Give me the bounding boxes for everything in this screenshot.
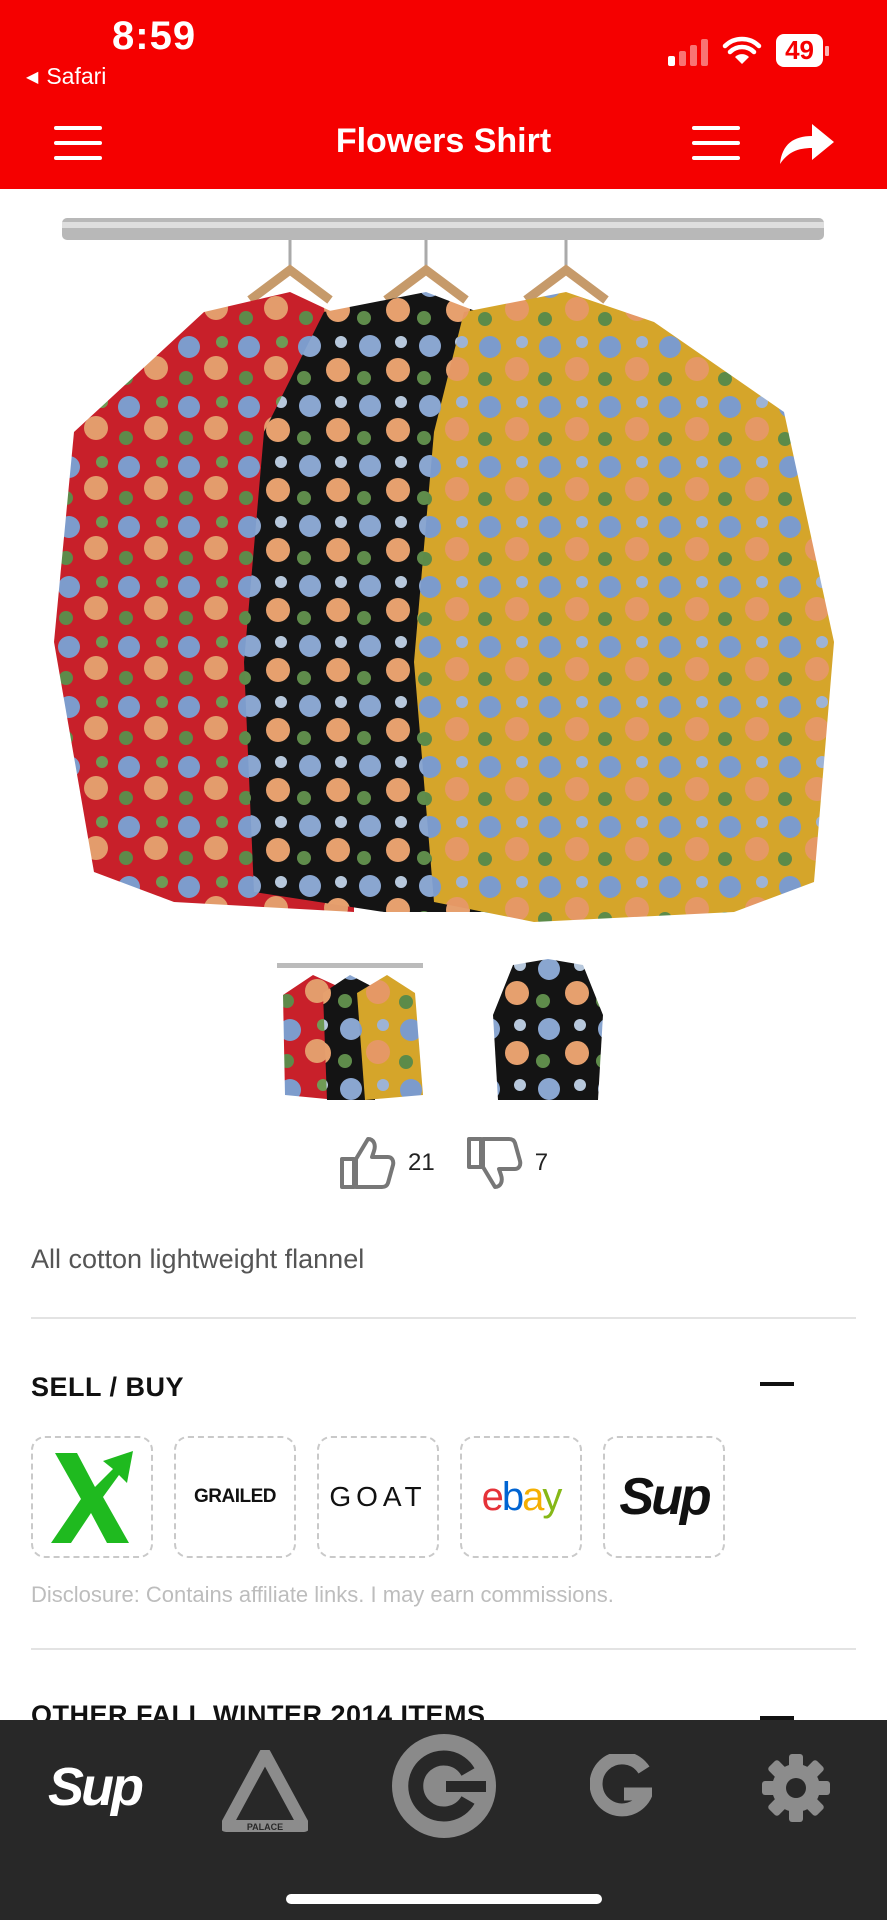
back-to-app-link[interactable]: ◀ Safari bbox=[26, 63, 106, 90]
wifi-icon bbox=[722, 36, 762, 64]
stockx-x-logo bbox=[51, 1451, 133, 1543]
product-image[interactable] bbox=[54, 212, 834, 932]
sup-logo: Sup bbox=[48, 1757, 144, 1817]
bottom-tab-bar: Sup PALACE bbox=[0, 1720, 887, 1920]
back-app-label: Safari bbox=[46, 63, 107, 89]
tab-palace[interactable]: PALACE bbox=[220, 1748, 310, 1837]
sup-link[interactable]: Sup bbox=[603, 1436, 725, 1558]
upvote-count: 21 bbox=[408, 1149, 435, 1176]
collapse-sell-buy-icon[interactable] bbox=[760, 1382, 794, 1386]
tab-settings[interactable] bbox=[760, 1752, 832, 1829]
g-logo-icon bbox=[589, 1751, 656, 1817]
page-title: Flowers Shirt bbox=[335, 122, 552, 160]
back-arrow-icon: ◀ bbox=[26, 68, 39, 86]
thumbnail-group-shot[interactable] bbox=[275, 955, 425, 1105]
divider bbox=[31, 1648, 856, 1650]
thumbnail-single-shot[interactable] bbox=[473, 955, 623, 1105]
store-links: GRAILED GOAT ebay Sup bbox=[31, 1436, 725, 1558]
ebay-logo: ebay bbox=[481, 1474, 563, 1519]
cellular-signal-icon bbox=[668, 36, 709, 66]
grailed-link[interactable]: GRAILED bbox=[174, 1436, 296, 1558]
tab-c[interactable] bbox=[392, 1734, 496, 1843]
status-time: 8:59 bbox=[112, 14, 197, 58]
tab-g[interactable] bbox=[589, 1751, 656, 1825]
sell-buy-title: SELL / BUY bbox=[31, 1372, 185, 1402]
thumbs-up-icon[interactable] bbox=[338, 1135, 396, 1191]
share-icon[interactable] bbox=[776, 118, 838, 168]
image-thumbnails bbox=[275, 955, 623, 1105]
palace-text: PALACE bbox=[247, 1822, 283, 1832]
vote-bar: 21 7 bbox=[338, 1135, 578, 1191]
palace-triangle-icon: PALACE bbox=[220, 1748, 310, 1832]
thumbs-down-icon[interactable] bbox=[465, 1135, 523, 1191]
status-icons: 49 bbox=[668, 34, 829, 67]
goat-link[interactable]: GOAT bbox=[317, 1436, 439, 1558]
goat-logo: GOAT bbox=[329, 1481, 427, 1512]
home-indicator bbox=[286, 1894, 602, 1904]
grailed-logo: GRAILED bbox=[194, 1486, 277, 1507]
sup-logo: Sup bbox=[619, 1468, 711, 1526]
battery-indicator: 49 bbox=[776, 34, 829, 67]
affiliate-disclosure: Disclosure: Contains affiliate links. I … bbox=[31, 1582, 614, 1607]
product-description: All cotton lightweight flannel bbox=[31, 1244, 365, 1274]
stockx-link[interactable] bbox=[31, 1436, 153, 1558]
ebay-link[interactable]: ebay bbox=[460, 1436, 582, 1558]
right-menu-icon[interactable] bbox=[692, 126, 740, 160]
gear-icon bbox=[762, 1754, 830, 1822]
tab-sup[interactable]: Sup bbox=[48, 1756, 144, 1818]
downvote-count: 7 bbox=[534, 1149, 549, 1176]
divider bbox=[31, 1317, 856, 1319]
app-header: 8:59 ◀ Safari 49 Flowers Shirt bbox=[0, 0, 887, 189]
c-logo-icon bbox=[392, 1734, 496, 1838]
